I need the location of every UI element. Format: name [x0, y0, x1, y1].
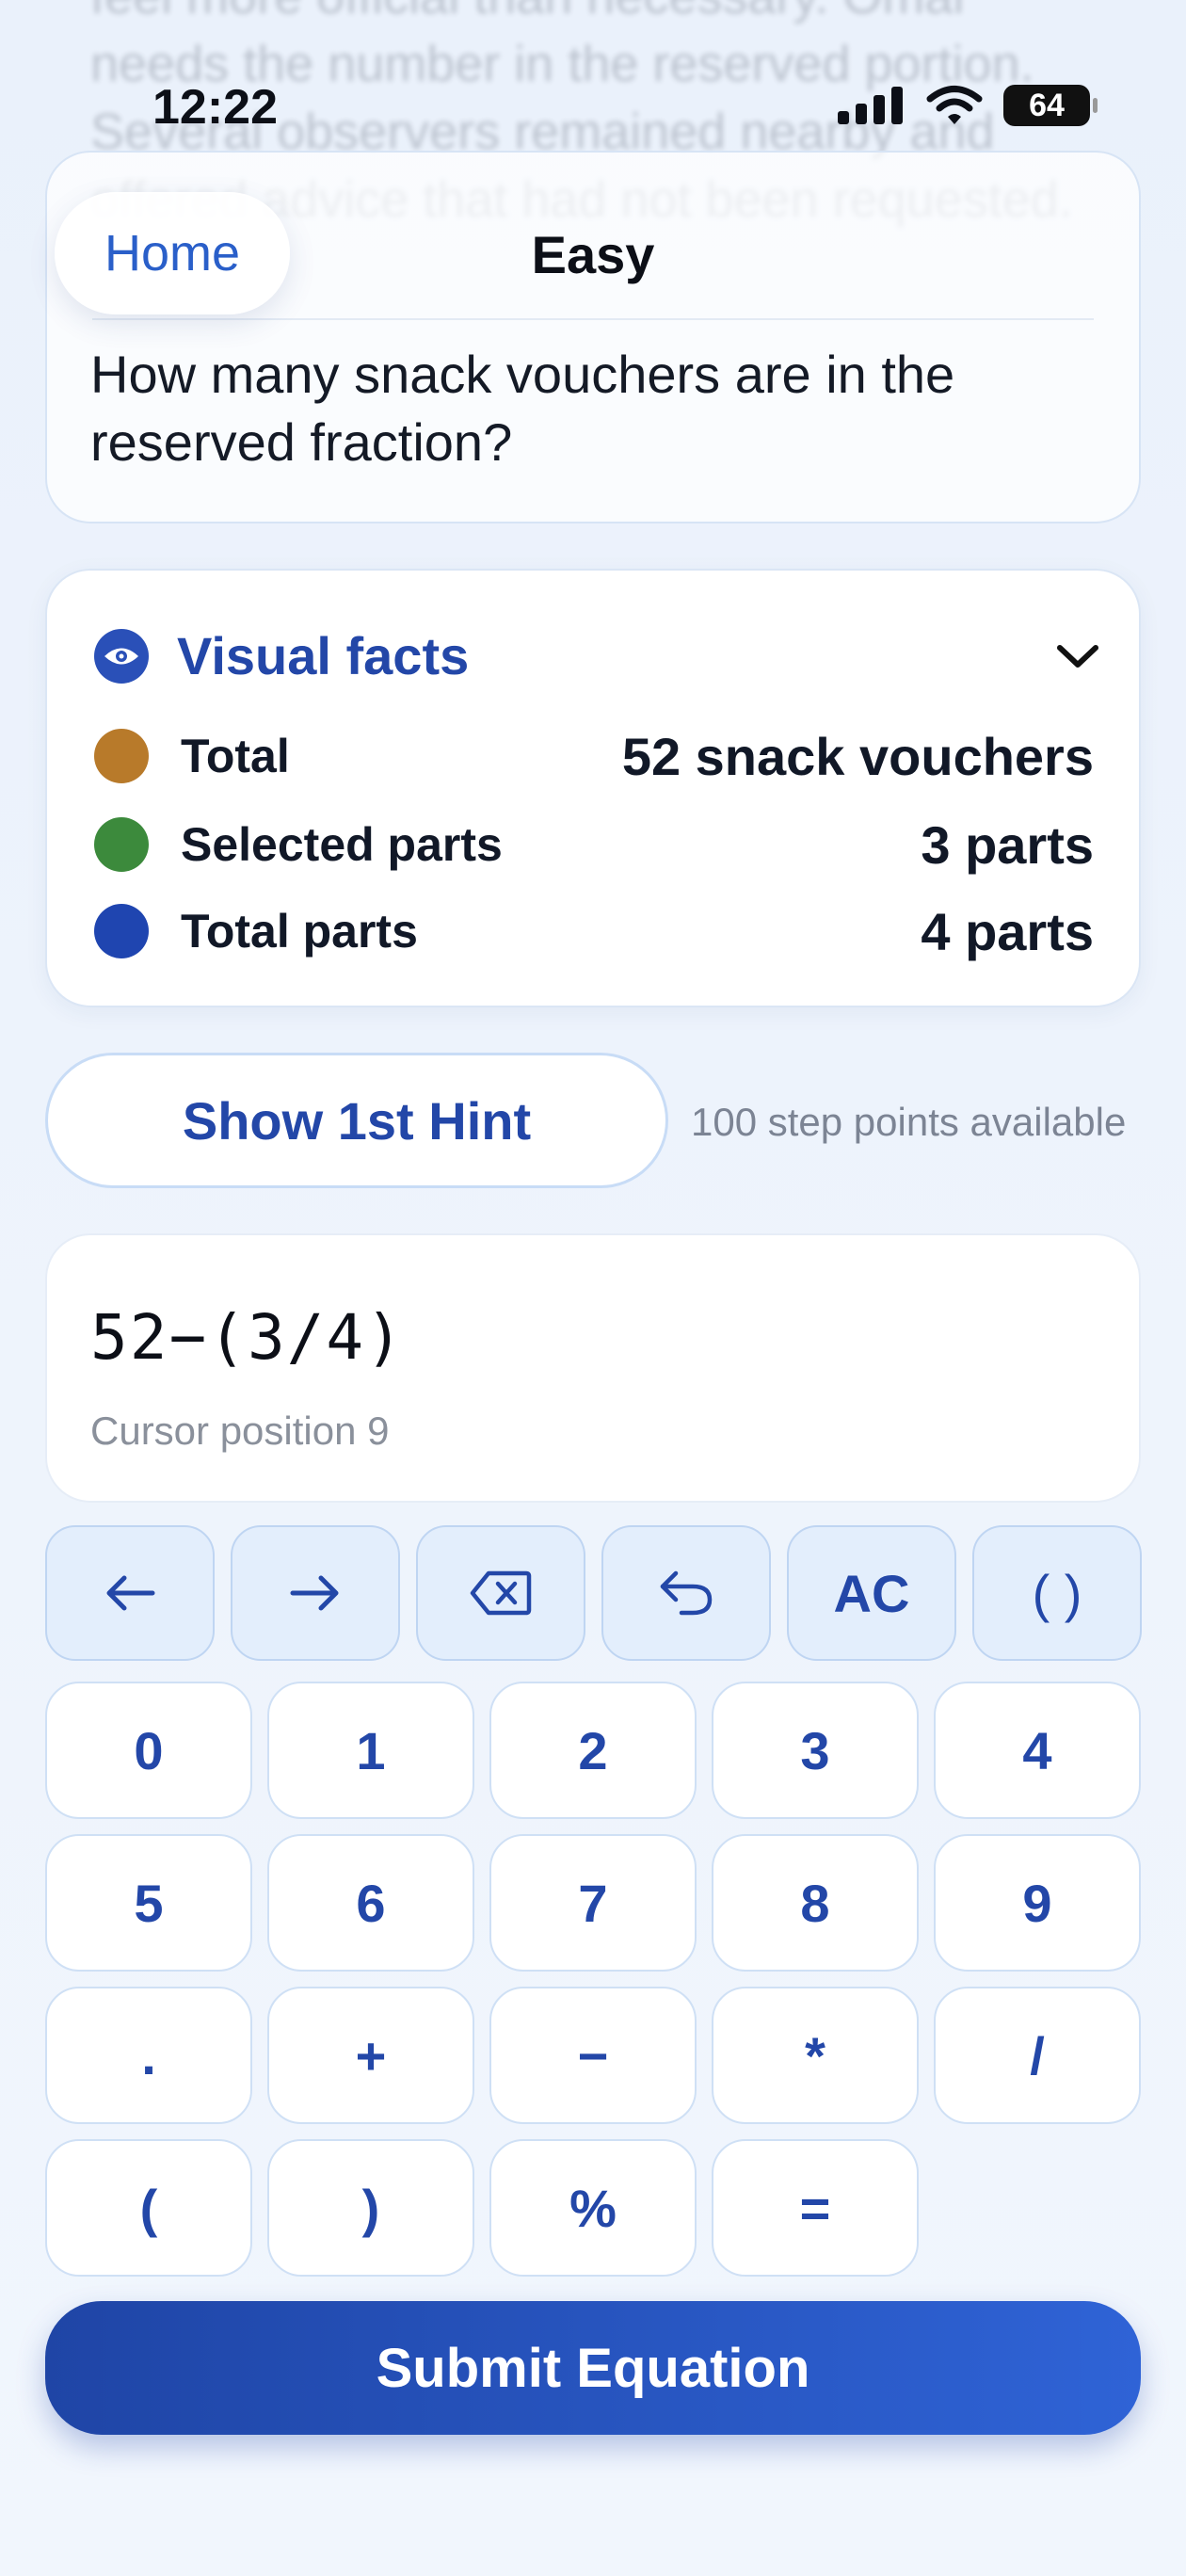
total-dot [94, 729, 149, 783]
wifi-icon [926, 86, 983, 124]
key-2-button[interactable]: 2 [489, 1682, 697, 1819]
fact-label: Total parts [181, 905, 418, 958]
signal-icon [838, 87, 903, 124]
key-minus-button[interactable]: − [489, 1987, 697, 2124]
fact-value: 3 parts [921, 814, 1094, 875]
selected-parts-dot [94, 817, 149, 872]
visual-facts-title: Visual facts [177, 626, 470, 685]
key-divide-button[interactable]: / [934, 1987, 1141, 2124]
key-7-button[interactable]: 7 [489, 1834, 697, 1972]
cursor-position-text: Cursor position 9 [90, 1409, 390, 1453]
key-6-button[interactable]: 6 [267, 1834, 474, 1972]
key-1-button[interactable]: 1 [267, 1682, 474, 1819]
key-percent-button[interactable]: % [489, 2139, 697, 2277]
status-time: 12:22 [152, 80, 278, 135]
visual-facts-header[interactable]: Visual facts [94, 625, 469, 686]
key-plus-button[interactable]: + [267, 1987, 474, 2124]
eye-icon [94, 628, 149, 684]
equation-text: 52−(3/4) [90, 1301, 405, 1374]
question-text: How many snack vouchers are in the reser… [90, 345, 955, 472]
hint-points-info: 100 step points available [691, 1100, 1127, 1144]
fact-row-selected-parts: Selected parts 3 parts [94, 812, 1094, 877]
cursor-left-button[interactable] [45, 1525, 215, 1661]
key-close-paren-button[interactable]: ) [267, 2139, 474, 2277]
key-8-button[interactable]: 8 [712, 1834, 919, 1972]
chevron-down-icon[interactable] [1054, 640, 1101, 672]
key-multiply-button[interactable]: * [712, 1987, 919, 2124]
arrow-left-icon [106, 1575, 155, 1611]
key-open-paren-button[interactable]: ( [45, 2139, 252, 2277]
undo-icon [660, 1570, 713, 1616]
question-divider [92, 318, 1094, 320]
fact-value: 52 snack vouchers [621, 726, 1094, 786]
total-parts-dot [94, 904, 149, 958]
fact-row-total: Total 52 snack vouchers [94, 723, 1094, 789]
page-title: Easy [531, 225, 655, 284]
parentheses-button[interactable]: ( ) [972, 1525, 1142, 1661]
fact-label: Selected parts [181, 818, 503, 871]
key-equals-button[interactable]: = [712, 2139, 919, 2277]
cursor-right-button[interactable] [231, 1525, 400, 1661]
status-icons: 64 [838, 85, 1098, 126]
show-hint-button[interactable]: Show 1st Hint [45, 1053, 668, 1188]
fact-label: Total [181, 730, 290, 782]
backspace-icon [470, 1570, 532, 1616]
backspace-button[interactable] [416, 1525, 585, 1661]
battery-icon: 64 [1003, 85, 1098, 126]
undo-button[interactable] [601, 1525, 771, 1661]
key-3-button[interactable]: 3 [712, 1682, 919, 1819]
fact-value: 4 parts [921, 901, 1094, 961]
key-9-button[interactable]: 9 [934, 1834, 1141, 1972]
submit-equation-button[interactable]: Submit Equation [45, 2301, 1141, 2435]
key-4-button[interactable]: 4 [934, 1682, 1141, 1819]
arrow-right-icon [290, 1575, 339, 1611]
clear-button[interactable]: AC [787, 1525, 956, 1661]
key-5-button[interactable]: 5 [45, 1834, 252, 1972]
key-0-button[interactable]: 0 [45, 1682, 252, 1819]
key-decimal-button[interactable]: . [45, 1987, 252, 2124]
fact-row-total-parts: Total parts 4 parts [94, 898, 1094, 964]
